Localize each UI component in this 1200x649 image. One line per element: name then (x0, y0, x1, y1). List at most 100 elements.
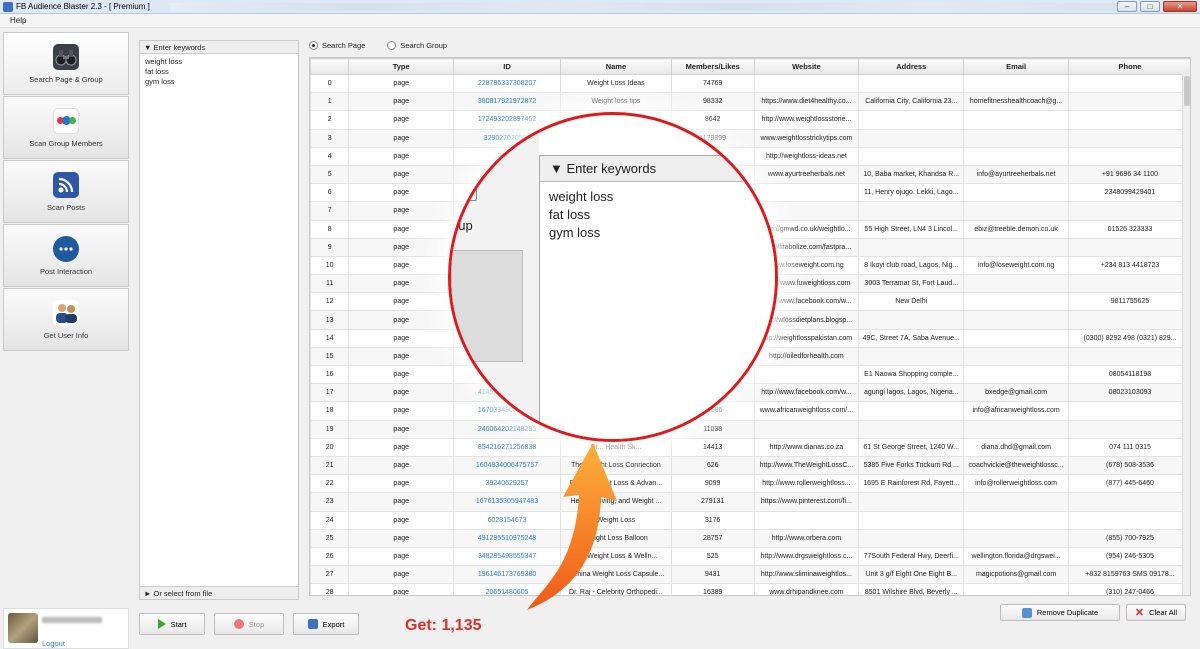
play-icon (157, 619, 166, 629)
nav-label: Scan Posts (47, 202, 85, 212)
table-row[interactable]: 23 page 1676135305947483 Healthy Living, an… (310, 492, 1190, 512)
page-id-link[interactable]: 1604834006475757 (453, 455, 561, 476)
table-cell: New Delhi (858, 292, 965, 312)
table-cell: 626 (670, 455, 755, 476)
table-cell: 10 (310, 255, 350, 276)
page-id-link[interactable]: 491295510975248 (453, 528, 561, 548)
table-row[interactable]: 21 page 1604834006475757 The Weight Loss Co… (310, 455, 1190, 476)
page-id-link[interactable]: 6028154673 (453, 510, 561, 530)
table-row[interactable]: 26 page 348285498555347 ...'s Weight Loss &… (310, 546, 1190, 567)
table-row[interactable]: 3page3290270205211179899www.weightlosstr… (310, 128, 1190, 148)
table-cell: 15 (310, 346, 350, 367)
table-cell: http://www.sliminaweightlos... (753, 565, 860, 585)
table-cell (963, 328, 1069, 348)
table-cell: 26 (310, 546, 350, 567)
table-cell: 0 (310, 73, 350, 94)
table-row[interactable]: 1 page 380817921972872 Weight loss tips 9833… (310, 92, 1190, 112)
column-header[interactable]: Website (753, 58, 860, 75)
table-cell: 28757 (670, 528, 755, 548)
column-header[interactable]: ID (453, 58, 561, 75)
table-row[interactable]: 27 page 196146173769380 Slimina Weight Loss… (310, 565, 1190, 585)
close-button[interactable]: ✕ (1163, 1, 1197, 12)
table-cell (858, 73, 965, 94)
table-cell: 19 (310, 419, 350, 439)
export-button[interactable]: Export (293, 613, 359, 635)
table-cell (963, 419, 1069, 439)
scrollbar-thumb[interactable] (1184, 76, 1190, 106)
table-cell: 074 111 0315 (1067, 437, 1190, 457)
table-cell: 16389 (670, 583, 755, 595)
table-row[interactable]: 2page1724932028974528642http://www.weigh… (310, 110, 1190, 130)
nav-post-interaction[interactable]: Post Interaction (3, 224, 129, 287)
table-cell: 5385 Five Forks Trickum Rd ... (858, 455, 965, 476)
clear-all-button[interactable]: ✕ Clear All (1126, 604, 1186, 621)
column-header[interactable]: Name (559, 58, 672, 75)
stop-button[interactable]: Stop (214, 613, 284, 635)
table-cell (963, 310, 1069, 330)
keyword-item: fat loss (145, 67, 169, 76)
table-cell: 25 (310, 528, 350, 548)
table-cell: page (348, 274, 455, 294)
page-id-link[interactable]: 20651480605 (453, 583, 561, 595)
page-id-link[interactable]: 854216271256838 (453, 437, 561, 457)
table-scrollbar[interactable] (1182, 74, 1190, 595)
keyword-input[interactable]: weight loss fat loss gym loss (140, 54, 298, 90)
table-cell: ...'s Weight Loss & Welln... (559, 546, 672, 567)
keyword-panel: ▼ Enter keywords weight loss fat loss gy… (139, 40, 299, 600)
select-from-file-toggle[interactable]: ► Or select from file (140, 586, 298, 599)
column-header[interactable]: Address (858, 58, 965, 75)
table-cell: +832 8159763 SMS 09178... (1067, 565, 1190, 585)
table-row[interactable]: 0 page 228786337308207 Weight Loss Ideas 747… (310, 73, 1190, 94)
table-cell: Dr. Raj - Celebrity Orthopedi... (559, 583, 672, 595)
menu-help[interactable]: Help (0, 14, 36, 27)
table-cell (1067, 128, 1190, 148)
remove-duplicate-button[interactable]: Remove Duplicate (1000, 604, 1120, 621)
column-header[interactable]: Email (963, 58, 1069, 75)
minimize-button[interactable]: – (1117, 1, 1137, 12)
table-cell: www.weightlosstrickytips.com (753, 128, 860, 148)
table-row[interactable]: 24 page 6028154673 Weight Loss 3176 (310, 510, 1190, 530)
column-header[interactable]: Type (348, 58, 455, 75)
page-id-link[interactable]: 39240629257 (453, 474, 561, 494)
table-cell: 8 Ikoyi club road, Lagos, Nig... (858, 255, 965, 276)
nav-scan-group-members[interactable]: Scan Group Members (3, 96, 129, 159)
table-cell: https://www.diet4healthy.co... (753, 92, 860, 112)
table-cell: 13 (310, 310, 350, 330)
table-cell: 9811755625 (1067, 292, 1190, 312)
table-cell: page (348, 292, 455, 312)
keyword-panel-header[interactable]: ▼ Enter keywords (140, 41, 298, 54)
page-id-link[interactable]: 348285498555347 (453, 546, 561, 567)
table-cell: 1695 E Rainforest Rd, Fayett... (858, 474, 965, 494)
nav-scan-posts[interactable]: Scan Posts (3, 160, 129, 223)
column-header[interactable]: Phone (1067, 58, 1190, 75)
radio-search-page[interactable]: Search Page (309, 41, 365, 50)
table-row[interactable]: 28 page 20651480605 Dr. Raj - Celebrity Ort… (310, 583, 1190, 595)
start-button[interactable]: Start (139, 613, 205, 635)
table-cell: 14413 (670, 437, 755, 457)
nav-get-user-info[interactable]: Get User Info (3, 288, 129, 351)
table-cell: bxedge@gmail.com (963, 383, 1069, 403)
page-id-link[interactable]: 380817921972872 (453, 92, 561, 112)
page-id-link[interactable]: 1676135305947483 (453, 492, 561, 512)
table-cell: 20 (310, 437, 350, 457)
table-cell (1067, 92, 1190, 112)
table-row[interactable]: 25 page 491295510975248 Weight Loss Balloon… (310, 528, 1190, 548)
column-header[interactable]: Members/Likes (670, 58, 755, 75)
table-row[interactable]: 20 page 854216271256838 Dr... Health Sk... 1… (310, 437, 1190, 457)
column-header[interactable] (310, 58, 350, 75)
radio-search-group[interactable]: Search Group (387, 41, 447, 50)
table-cell (858, 346, 965, 367)
page-id-link[interactable]: 228786337308207 (453, 73, 561, 94)
table-cell: ebiz@treeble.demon.co.uk (963, 219, 1069, 239)
magnified-keyword-item: gym loss (549, 225, 601, 240)
nav-search-page-group[interactable]: Search Page & Group (3, 32, 129, 95)
maximize-button[interactable]: □ (1140, 1, 1160, 12)
table-cell (858, 201, 965, 221)
table-cell (1067, 346, 1190, 367)
page-id-link[interactable]: 196146173769380 (453, 565, 561, 585)
magnified-keyword-panel: ▼ Enter keywords weight loss fat loss gy… (539, 155, 775, 439)
logout-link[interactable]: Logout (42, 639, 65, 648)
table-row[interactable]: 22 page 39240629257 Roller Weight Loss & Ad… (310, 474, 1190, 494)
table-cell (1067, 237, 1190, 257)
table-cell: http://www.dianas.co.za (753, 437, 860, 457)
